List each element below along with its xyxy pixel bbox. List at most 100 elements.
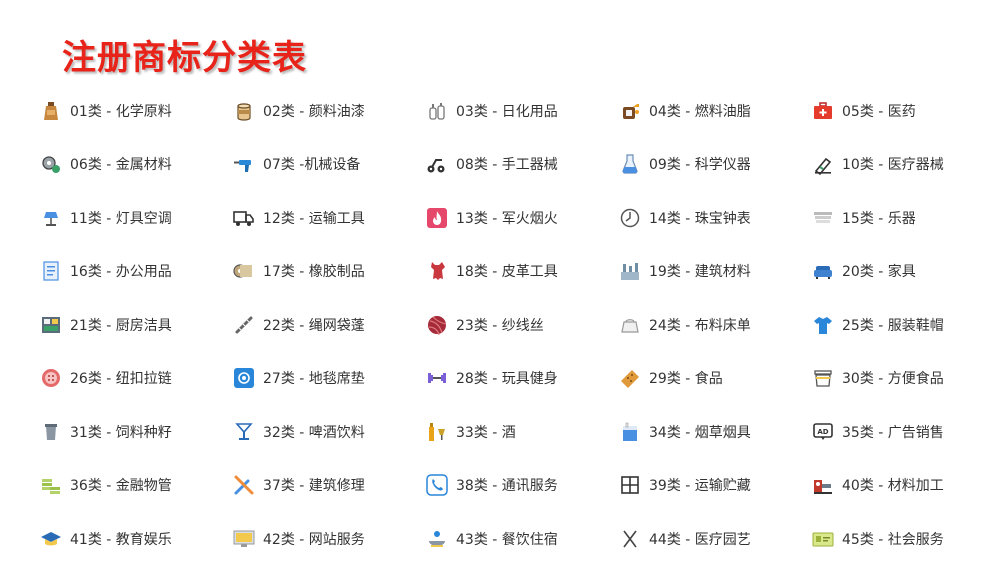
shirt-icon <box>812 314 834 336</box>
sofa-icon <box>812 260 834 282</box>
category-label: 09类 - 科学仪器 <box>649 157 751 174</box>
coins-icon <box>40 474 62 496</box>
category-label: 33类 - 酒 <box>456 424 516 441</box>
category-item: 17类 - 橡胶制品 <box>233 245 426 299</box>
category-label: 35类 - 广告销售 <box>842 424 944 441</box>
category-label: 26类 - 纽扣拉链 <box>70 371 172 388</box>
rubber-roll-icon <box>233 260 255 282</box>
scissors-icon <box>619 528 641 550</box>
category-label: 18类 - 皮革工具 <box>456 264 558 281</box>
category-item: 10类 - 医疗器械 <box>812 138 985 192</box>
category-item: 44类 - 医疗园艺 <box>619 512 812 566</box>
category-item: 40类 - 材料加工 <box>812 459 985 513</box>
category-label: 27类 - 地毯席垫 <box>263 371 365 388</box>
paint-can-icon <box>233 100 255 122</box>
category-item: 11类 - 灯具空调 <box>40 191 233 245</box>
category-item: 13类 - 军火烟火 <box>426 191 619 245</box>
category-label: 06类 - 金属材料 <box>70 157 172 174</box>
button-icon <box>40 367 62 389</box>
category-label: 34类 - 烟草烟具 <box>649 424 751 441</box>
category-label: 30类 - 方便食品 <box>842 371 944 388</box>
category-item: 34类 - 烟草烟具 <box>619 405 812 459</box>
category-label: 16类 - 办公用品 <box>70 264 172 281</box>
category-label: 12类 - 运输工具 <box>263 210 365 227</box>
category-item: 25类 - 服装鞋帽 <box>812 298 985 352</box>
category-item: 24类 - 布料床单 <box>619 298 812 352</box>
bottle-icon <box>40 100 62 122</box>
category-label: 19类 - 建筑材料 <box>649 264 751 281</box>
category-label: 29类 - 食品 <box>649 371 723 388</box>
wine-bottle-icon <box>426 421 448 443</box>
leather-icon <box>426 260 448 282</box>
category-label: 24类 - 布料床单 <box>649 317 751 334</box>
category-item: 16类 - 办公用品 <box>40 245 233 299</box>
ad-board-icon: AD <box>812 421 834 443</box>
fabric-icon <box>619 314 641 336</box>
category-item: 41类 - 教育娱乐 <box>40 512 233 566</box>
drill-icon <box>233 153 255 175</box>
dumbbell-icon <box>426 367 448 389</box>
category-item: 39类 - 运输贮藏 <box>619 459 812 513</box>
category-label: 28类 - 玩具健身 <box>456 371 558 388</box>
category-item: 07类 -机械设备 <box>233 138 426 192</box>
category-item: 08类 - 手工器械 <box>426 138 619 192</box>
carpet-icon <box>233 367 255 389</box>
truck-icon <box>233 207 255 229</box>
category-label: 22类 - 绳网袋蓬 <box>263 317 365 334</box>
tool-cart-icon <box>426 153 448 175</box>
category-item: 28类 - 玩具健身 <box>426 352 619 406</box>
category-label: 40类 - 材料加工 <box>842 478 944 495</box>
category-item: AD 35类 - 广告销售 <box>812 405 985 459</box>
category-item: 43类 - 餐饮住宿 <box>426 512 619 566</box>
fuel-can-icon <box>619 100 641 122</box>
category-label: 43类 - 餐饮住宿 <box>456 531 558 548</box>
cosmetics-icon <box>426 100 448 122</box>
category-item: 26类 - 纽扣拉链 <box>40 352 233 406</box>
category-label: 44类 - 医疗园艺 <box>649 531 751 548</box>
graduation-cap-icon <box>40 528 62 550</box>
category-item: 22类 - 绳网袋蓬 <box>233 298 426 352</box>
category-item: 05类 - 医药 <box>812 84 985 138</box>
instrument-icon <box>812 207 834 229</box>
monitor-icon <box>233 528 255 550</box>
category-label: 39类 - 运输贮藏 <box>649 478 751 495</box>
category-label: 15类 - 乐器 <box>842 210 916 227</box>
category-item: 21类 - 厨房洁具 <box>40 298 233 352</box>
category-item: 37类 - 建筑修理 <box>233 459 426 513</box>
category-item: 02类 - 颜料油漆 <box>233 84 426 138</box>
category-item: 06类 - 金属材料 <box>40 138 233 192</box>
lamp-icon <box>40 207 62 229</box>
noodle-box-icon <box>812 367 834 389</box>
building-icon <box>619 260 641 282</box>
category-label: 05类 - 医药 <box>842 103 916 120</box>
medical-device-icon <box>812 153 834 176</box>
category-item: 29类 - 食品 <box>619 352 812 406</box>
category-item: 20类 - 家具 <box>812 245 985 299</box>
feed-bucket-icon <box>40 421 62 443</box>
category-label: 38类 - 通讯服务 <box>456 478 558 495</box>
first-aid-kit-icon <box>812 100 834 122</box>
svg-text:AD: AD <box>817 428 828 436</box>
category-item: 23类 - 纱线丝 <box>426 298 619 352</box>
cigarette-pack-icon <box>619 421 641 443</box>
category-label: 02类 - 颜料油漆 <box>263 103 365 120</box>
category-label: 17类 - 橡胶制品 <box>263 264 365 281</box>
category-label: 42类 - 网站服务 <box>263 531 365 548</box>
category-label: 13类 - 军火烟火 <box>456 210 558 227</box>
phone-icon <box>426 474 448 496</box>
category-item: 01类 - 化学原料 <box>40 84 233 138</box>
kitchen-icon <box>40 314 62 336</box>
fire-icon <box>426 207 448 229</box>
category-item: 19类 - 建筑材料 <box>619 245 812 299</box>
category-item: 30类 - 方便食品 <box>812 352 985 406</box>
category-label: 07类 -机械设备 <box>263 157 361 174</box>
id-card-icon <box>812 528 834 550</box>
category-label: 23类 - 纱线丝 <box>456 317 544 334</box>
rope-icon <box>233 314 255 336</box>
wrench-icon <box>233 474 255 496</box>
category-label: 10类 - 医疗器械 <box>842 157 944 174</box>
category-item: 15类 - 乐器 <box>812 191 985 245</box>
category-item: 09类 - 科学仪器 <box>619 138 812 192</box>
cracker-icon <box>619 367 641 389</box>
dining-icon <box>426 528 448 550</box>
